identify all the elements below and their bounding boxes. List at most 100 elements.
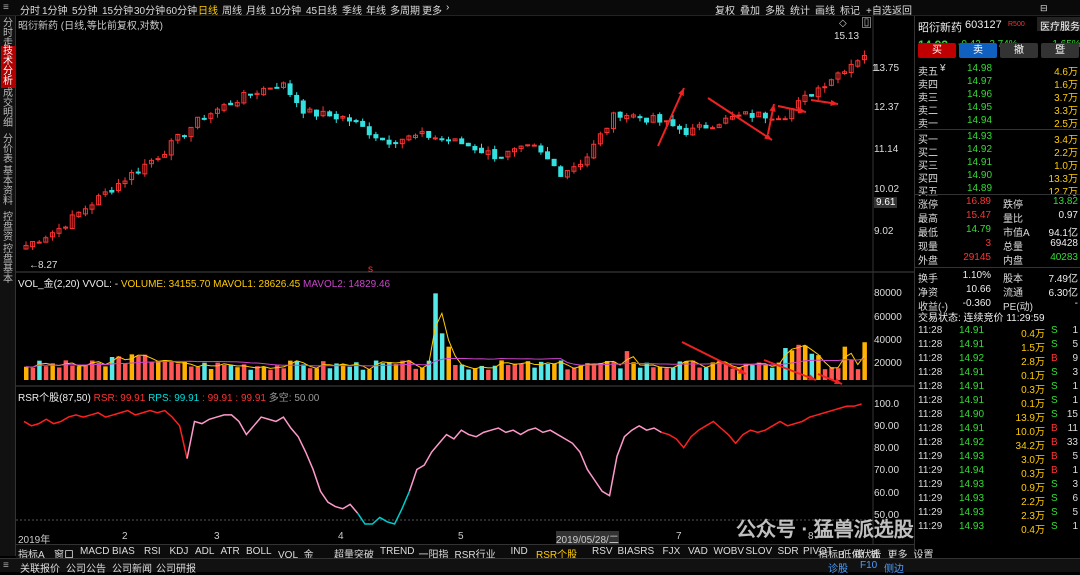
period-5[interactable]: 60分钟 (166, 2, 197, 17)
indicator-tab-17[interactable]: BIASRS (618, 546, 655, 557)
ask-row[interactable]: 卖五 ¥14.98 4.6万 (915, 63, 1080, 78)
indicator-tab-20[interactable]: WOBV (714, 546, 745, 557)
side-tab-4[interactable]: 基本资料 (1, 166, 15, 208)
volume-bar (849, 360, 854, 380)
indicator-tab-22[interactable]: SDR (778, 546, 799, 557)
stat-value: - (1074, 298, 1078, 309)
bid-row[interactable]: 买一 14.93 3.4万 (915, 131, 1080, 146)
side-tab-6[interactable]: 控盘基本 (1, 244, 15, 286)
period-3[interactable]: 15分钟 (102, 2, 133, 17)
volume-bar (373, 360, 379, 380)
indicator-tab-5[interactable]: KDJ (170, 546, 189, 557)
cancel-order-button[interactable]: 撤 (1000, 43, 1038, 58)
toolbar-action-3[interactable]: 统计 (790, 2, 810, 17)
volume-bar (24, 366, 29, 380)
indicator-tab-7[interactable]: ATR (221, 546, 240, 557)
fold-icon[interactable]: ⊟ (1040, 3, 1048, 14)
window-menu-icon[interactable]: ≡ (3, 2, 9, 13)
indicator-tab-18[interactable]: FJX (663, 546, 681, 557)
status-menu-icon[interactable]: ≡ (3, 560, 9, 571)
status-link-2[interactable]: 公司新闻 (112, 560, 152, 575)
stat-value: 15.47 (965, 210, 991, 221)
toolbar-action-4[interactable]: 画线 (815, 2, 835, 17)
volume-bar (83, 365, 88, 380)
period-7[interactable]: 周线 (222, 2, 242, 17)
ask-row[interactable]: 卖四 14.97 1.6万 (915, 76, 1080, 91)
volume-bar (241, 364, 247, 380)
period-9[interactable]: 10分钟 (270, 2, 301, 17)
hold-button[interactable]: 暨 (1041, 43, 1079, 58)
indicator-tab-11[interactable]: TREND (380, 546, 414, 557)
indicator-tab-21[interactable]: SLOV (746, 546, 773, 557)
tick-row: 11:29 14.93 0.9万 S 3 (915, 479, 1080, 494)
sell-button[interactable]: 卖 (959, 43, 997, 58)
bid-row[interactable]: 买二 14.92 2.2万 (915, 144, 1080, 159)
toolbar-action-1[interactable]: 叠加 (740, 2, 760, 17)
ask-price: 14.95 (967, 102, 993, 113)
volume-bar (43, 366, 49, 380)
status-right-0[interactable]: 诊股 (828, 560, 848, 575)
candle-body (300, 100, 306, 114)
period-0[interactable]: 分时 (20, 2, 40, 17)
tick-count: 9 (1072, 353, 1078, 364)
status-link-0[interactable]: 关联报价 (20, 560, 60, 575)
tick-volume: 2.3万 (1021, 511, 1045, 522)
volume-bar (30, 367, 36, 380)
period-13[interactable]: 多周期 (390, 2, 420, 17)
candle-body (373, 134, 379, 139)
ask-row[interactable]: 卖二 14.95 3.3万 (915, 102, 1080, 117)
toolbar-action-2[interactable]: 多股 (765, 2, 785, 17)
bid-row[interactable]: 买三 14.91 1.0万 (915, 157, 1080, 172)
toolbar-action-5[interactable]: 标记 (840, 2, 860, 17)
period-12[interactable]: 年线 (366, 2, 386, 17)
period-2[interactable]: 5分钟 (72, 2, 98, 17)
indicator-tab-16[interactable]: RSV (592, 546, 613, 557)
side-tab-2[interactable]: 成交明细 (1, 88, 15, 130)
ask-row[interactable]: 卖三 14.96 3.7万 (915, 89, 1080, 104)
toolbar-action-6[interactable]: +自选 (866, 2, 892, 17)
period-10[interactable]: 45日线 (306, 2, 337, 17)
status-link-3[interactable]: 公司研报 (156, 560, 196, 575)
tick-price: 14.91 (959, 339, 985, 350)
buy-button[interactable]: 买 (918, 43, 956, 58)
tick-row: 11:29 14.94 0.3万 B 1 (915, 465, 1080, 480)
period-14[interactable]: 更多 (422, 2, 442, 17)
side-tab-5[interactable]: 控盘资 (1, 212, 15, 244)
indicator-tab-4[interactable]: RSI (144, 546, 161, 557)
indicator-tab-3[interactable]: BIAS (112, 546, 135, 557)
candle-body (644, 117, 650, 123)
indicator-tab-19[interactable]: VAD (688, 546, 708, 557)
toolbar-action-0[interactable]: 复权 (715, 2, 735, 17)
stat-value: 29145 (963, 252, 991, 263)
side-tab-3[interactable]: 分价表 (1, 134, 15, 166)
chart-area[interactable]: 昭衍新药 (日线,等比前复权,对数) ◇ ▯ 13.75 12.37 11.14 10… (16, 16, 914, 546)
status-link-1[interactable]: 公司公告 (66, 560, 106, 575)
period-6[interactable]: 日线 (198, 2, 218, 17)
candle-body (663, 120, 669, 123)
indicator-tab-2[interactable]: MACD (80, 546, 109, 557)
indicator-tab-14[interactable]: IND (511, 546, 528, 557)
tick-time: 11:28 (918, 339, 943, 350)
volume-bar (327, 368, 333, 380)
stat-row: 净资 10.66 流通 6.30亿 (915, 284, 1080, 299)
volume-bar (558, 360, 564, 380)
toolbar-action-7[interactable]: 返回 (892, 2, 912, 17)
sector-badge[interactable]: 医疗服务 (1037, 17, 1080, 33)
tick-count: 1 (1072, 465, 1078, 476)
period-11[interactable]: 季线 (342, 2, 362, 17)
volume-legend: VOL_金(2,20) VVOL: - VOLUME: 34155.70 MAV… (18, 275, 390, 290)
period-4[interactable]: 30分钟 (134, 2, 165, 17)
period-1[interactable]: 1分钟 (42, 2, 68, 17)
tick-direction: S (1051, 409, 1058, 420)
status-right-1[interactable]: F10 (860, 560, 877, 571)
bid-row[interactable]: 买四 14.90 13.3万 (915, 170, 1080, 185)
more-chevron-icon[interactable]: › (446, 2, 449, 13)
ask-row[interactable]: 卖一 14.94 2.5万 (915, 115, 1080, 130)
tick-volume: 13.9万 (1015, 413, 1045, 424)
period-8[interactable]: 月线 (246, 2, 266, 17)
stats-divider (915, 267, 1080, 268)
side-tab-1[interactable]: 技术分析 (1, 46, 15, 88)
indicator-tab-8[interactable]: BOLL (246, 546, 272, 557)
indicator-tab-6[interactable]: ADL (195, 546, 214, 557)
status-right-2[interactable]: 侧边 (884, 560, 904, 575)
